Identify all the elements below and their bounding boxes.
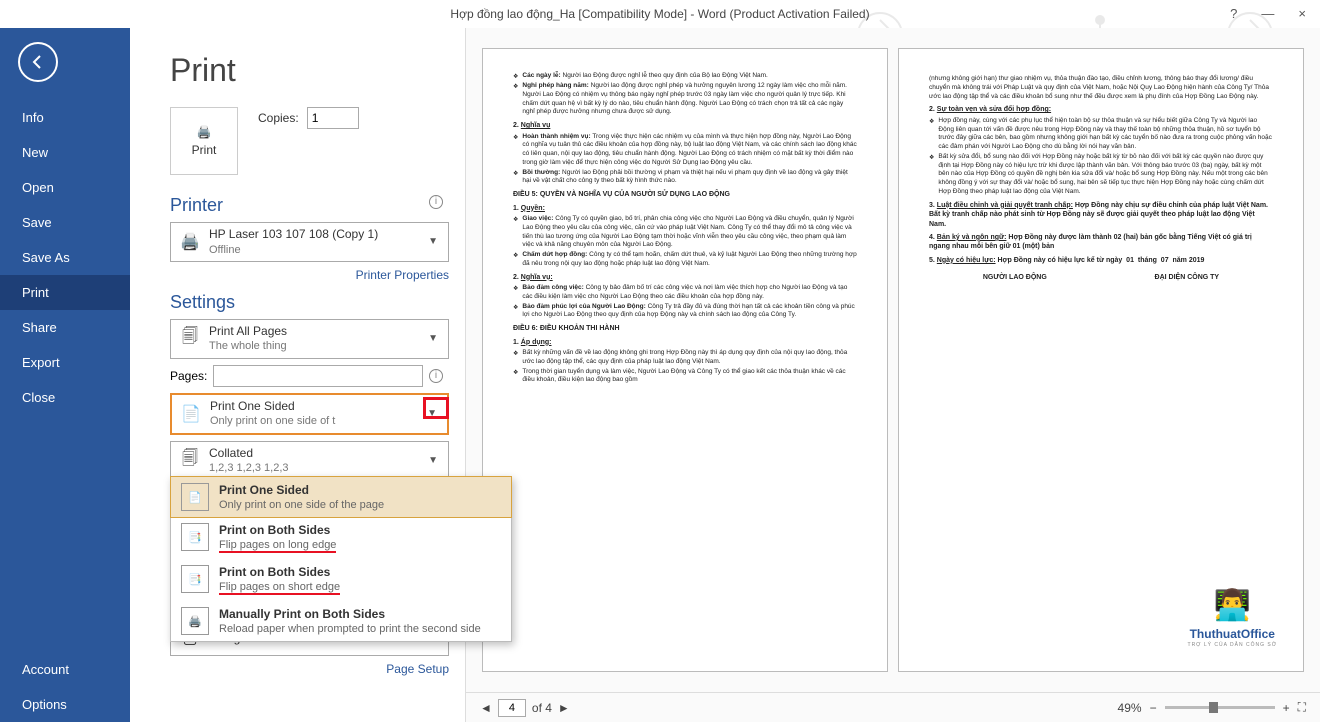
nav-account[interactable]: Account xyxy=(0,652,130,687)
page-setup-link[interactable]: Page Setup xyxy=(170,662,449,676)
preview-page-3: Các ngày lễ: Người lao Động được nghỉ lễ… xyxy=(482,48,888,672)
zoom-slider[interactable] xyxy=(1165,706,1275,709)
printer-properties-link[interactable]: Printer Properties xyxy=(170,268,449,282)
watermark-logo: 👨‍💻 ThuthuatOffice TRỢ LÝ CỦA DÂN CÔNG S… xyxy=(1188,586,1277,649)
backstage-sidebar: Info New Open Save Save As Print Share E… xyxy=(0,28,130,722)
preview-footer: ◄ of 4 ► 49% − + ⛶ xyxy=(466,692,1320,722)
printer-icon: 🖨️ xyxy=(181,607,209,635)
nav-info[interactable]: Info xyxy=(0,100,130,135)
preview-page-4: (nhưng không giới hạn) thư giao nhiệm vụ… xyxy=(898,48,1304,672)
print-preview: Các ngày lễ: Người lao Động được nghỉ lễ… xyxy=(465,28,1320,722)
info-icon[interactable]: i xyxy=(429,369,443,383)
page-title: Print xyxy=(170,52,449,89)
page-total: of 4 xyxy=(532,701,552,715)
back-button[interactable] xyxy=(18,42,58,82)
close-button[interactable]: × xyxy=(1298,6,1306,21)
nav-export[interactable]: Export xyxy=(0,345,130,380)
printer-dropdown[interactable]: 🖨️ HP Laser 103 107 108 (Copy 1)Offline … xyxy=(170,222,449,262)
page-icon: 📄 xyxy=(178,401,204,427)
duplex-long-icon: 📑 xyxy=(181,523,209,551)
minimize-button[interactable]: — xyxy=(1261,6,1274,21)
window-title: Hợp đồng lao động_Ha [Compatibility Mode… xyxy=(450,7,869,21)
collate-icon: 🗐 xyxy=(177,448,203,474)
zoom-level: 49% xyxy=(1118,701,1142,715)
zoom-out-button[interactable]: − xyxy=(1150,701,1157,715)
nav-options[interactable]: Options xyxy=(0,687,130,722)
option-manual-duplex[interactable]: 🖨️ Manually Print on Both SidesReload pa… xyxy=(171,601,511,641)
page-icon: 📄 xyxy=(181,483,209,511)
option-one-sided[interactable]: 📄 Print One SidedOnly print on one side … xyxy=(170,476,512,518)
nav-open[interactable]: Open xyxy=(0,170,130,205)
option-both-sides-long[interactable]: 📑 Print on Both SidesFlip pages on long … xyxy=(171,517,511,559)
nav-close[interactable]: Close xyxy=(0,380,130,415)
nav-saveas[interactable]: Save As xyxy=(0,240,130,275)
pages-input[interactable] xyxy=(213,365,423,387)
pages-icon: 🗐 xyxy=(177,326,203,352)
nav-save[interactable]: Save xyxy=(0,205,130,240)
option-both-sides-short[interactable]: 📑 Print on Both SidesFlip pages on short… xyxy=(171,559,511,601)
chevron-down-icon: ▼ xyxy=(424,455,442,466)
collate-dropdown[interactable]: 🗐 Collated1,2,3 1,2,3 1,2,3 ▼ xyxy=(170,441,449,481)
pages-label: Pages: xyxy=(170,369,207,383)
printer-status-icon: 🖨️ xyxy=(177,229,203,255)
printer-section-label: Printer xyxy=(170,195,449,216)
settings-section-label: Settings xyxy=(170,292,449,313)
fit-page-button[interactable]: ⛶ xyxy=(1298,700,1306,715)
printer-icon: 🖨️ xyxy=(197,125,212,139)
copies-input[interactable] xyxy=(307,107,359,129)
page-number-input[interactable] xyxy=(498,699,526,717)
next-page-button[interactable]: ► xyxy=(558,701,570,715)
sides-dropdown[interactable]: 📄 Print One SidedOnly print on one side … xyxy=(170,393,449,435)
title-bar: Hợp đồng lao động_Ha [Compatibility Mode… xyxy=(0,0,1320,28)
chevron-down-icon: ▼ xyxy=(424,333,442,344)
help-button[interactable]: ? xyxy=(1230,6,1237,21)
sides-dropdown-menu: 📄 Print One SidedOnly print on one side … xyxy=(170,476,512,642)
duplex-short-icon: 📑 xyxy=(181,565,209,593)
chevron-down-icon: ▼ xyxy=(424,236,442,247)
print-button[interactable]: 🖨️ Print xyxy=(170,107,238,175)
nav-new[interactable]: New xyxy=(0,135,130,170)
print-range-dropdown[interactable]: 🗐 Print All PagesThe whole thing ▼ xyxy=(170,319,449,359)
info-icon[interactable]: i xyxy=(429,195,443,209)
nav-share[interactable]: Share xyxy=(0,310,130,345)
zoom-in-button[interactable]: + xyxy=(1283,701,1290,715)
prev-page-button[interactable]: ◄ xyxy=(480,701,492,715)
chevron-down-icon: ▼ xyxy=(423,408,441,419)
nav-print[interactable]: Print xyxy=(0,275,130,310)
copies-label: Copies: xyxy=(258,111,299,125)
